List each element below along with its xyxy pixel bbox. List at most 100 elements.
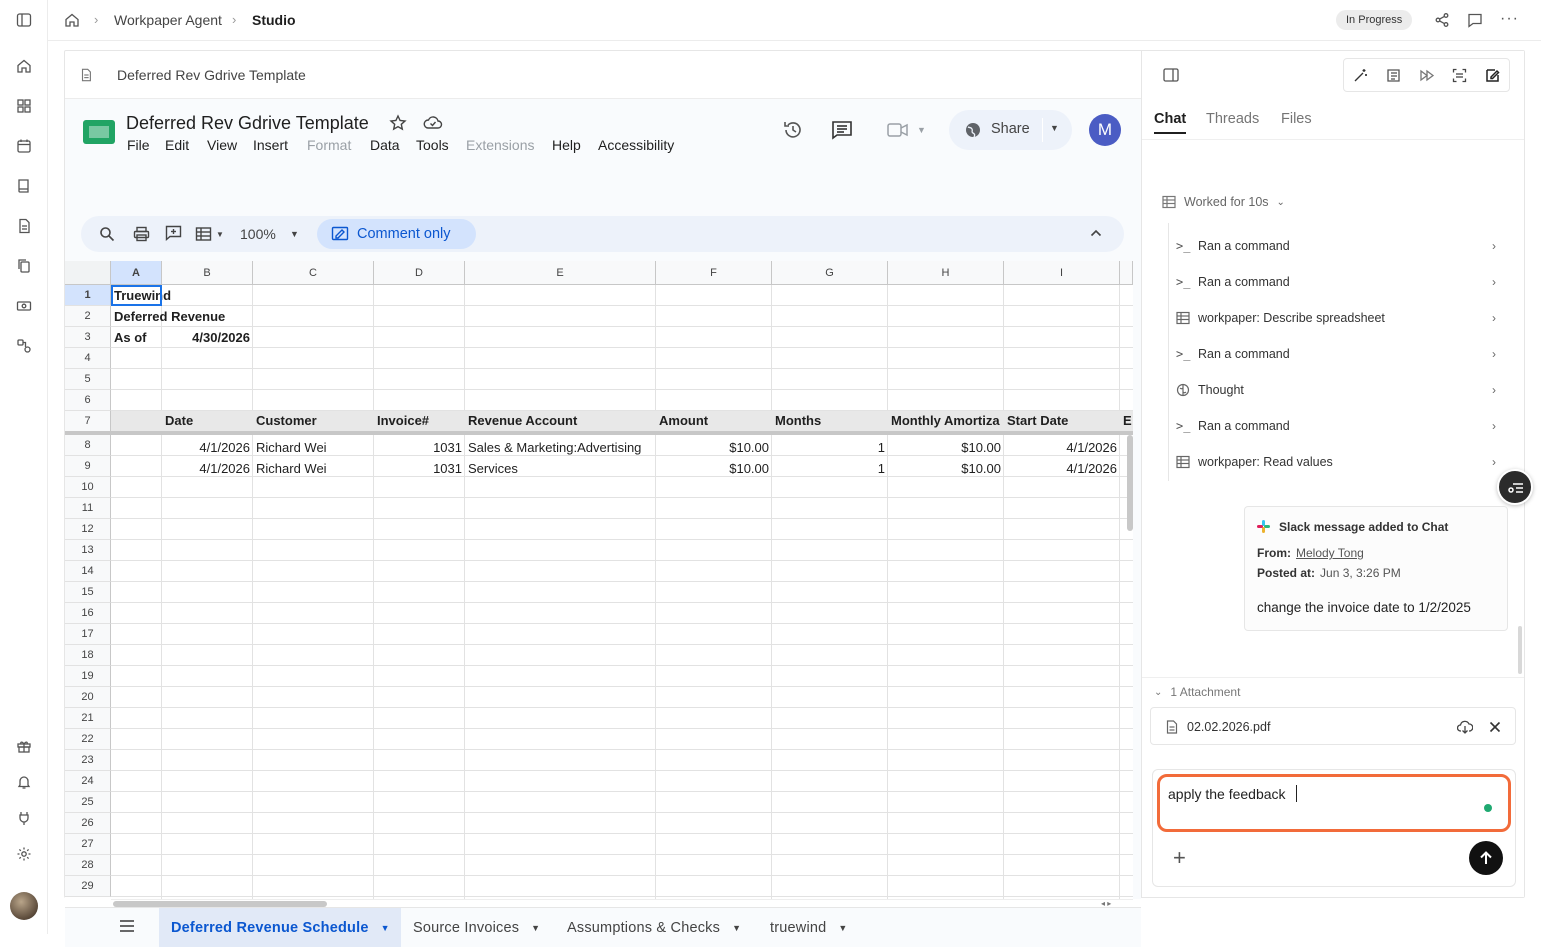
cell-a3-as-of-label[interactable]: As of xyxy=(111,327,162,348)
data-cell[interactable]: 1031 xyxy=(374,458,465,479)
worked-for-toggle[interactable]: Worked for 10s ⌄ xyxy=(1162,195,1285,209)
attachments-toggle[interactable]: ⌄ 1 Attachment xyxy=(1154,685,1240,699)
row-header[interactable]: 27 xyxy=(65,834,111,855)
row-header[interactable]: 10 xyxy=(65,477,111,498)
row-header[interactable]: 23 xyxy=(65,750,111,771)
cell-a2-subtitle[interactable]: Deferred Revenue xyxy=(111,306,271,327)
data-cell[interactable]: 4/1/2026 xyxy=(1004,458,1120,479)
meet-icon[interactable]: ▼ xyxy=(887,122,926,138)
home-icon[interactable] xyxy=(64,12,80,28)
fast-forward-icon[interactable] xyxy=(1419,68,1434,83)
data-cell[interactable]: 4/1/2026 xyxy=(162,458,253,479)
menu-format[interactable]: Format xyxy=(307,137,351,153)
sheet-tab-deferred-revenue-schedule[interactable]: Deferred Revenue Schedule ▼ xyxy=(159,908,401,947)
version-history-icon[interactable] xyxy=(782,119,804,141)
search-icon[interactable] xyxy=(99,226,115,242)
money-icon[interactable] xyxy=(12,294,36,318)
chat-scrollbar[interactable] xyxy=(1518,626,1522,674)
row-header[interactable]: 29 xyxy=(65,876,111,897)
column-header-cell[interactable]: Date xyxy=(162,410,253,431)
more-icon[interactable]: ··· xyxy=(1500,10,1519,28)
data-cell[interactable]: $10.00 xyxy=(656,458,772,479)
column-header-i[interactable]: I xyxy=(1004,261,1120,285)
data-cell[interactable]: Richard Wei xyxy=(253,458,374,479)
home-icon[interactable] xyxy=(12,54,36,78)
vertical-scrollbar[interactable] xyxy=(1127,435,1133,531)
sheet-tab-truewind[interactable]: truewind ▼ xyxy=(770,908,848,947)
edit-note-icon[interactable] xyxy=(1485,68,1500,83)
data-cell[interactable]: 1031 xyxy=(374,437,465,458)
data-cell[interactable]: 1 xyxy=(772,458,888,479)
sidebar-toggle-icon[interactable] xyxy=(12,8,36,32)
row-header[interactable]: 7 xyxy=(65,411,111,432)
column-header-f[interactable]: F xyxy=(656,261,772,285)
menu-view[interactable]: View xyxy=(207,137,237,153)
agent-step-item[interactable]: workpaper: Read values › xyxy=(1176,451,1496,473)
copy-icon[interactable] xyxy=(12,254,36,278)
dashboard-icon[interactable] xyxy=(12,94,36,118)
tab-dropdown-icon[interactable]: ▼ xyxy=(732,923,741,933)
agent-step-item[interactable]: >_ Ran a command › xyxy=(1176,271,1496,293)
column-header-b[interactable]: B xyxy=(162,261,253,285)
row-header[interactable]: 5 xyxy=(65,369,111,390)
data-cell[interactable]: 4/1/2026 xyxy=(162,437,253,458)
column-header-e[interactable]: E xyxy=(465,261,656,285)
toc-floating-button[interactable] xyxy=(1497,469,1533,505)
row-header[interactable]: 19 xyxy=(65,666,111,687)
menu-data[interactable]: Data xyxy=(370,137,400,153)
row-header[interactable]: 21 xyxy=(65,708,111,729)
row-header[interactable]: 15 xyxy=(65,582,111,603)
agent-step-item[interactable]: >_ Ran a command › xyxy=(1176,235,1496,257)
from-name-link[interactable]: Melody Tong xyxy=(1296,546,1364,560)
row-header[interactable]: 12 xyxy=(65,519,111,540)
sheet-title[interactable]: Deferred Rev Gdrive Template xyxy=(126,113,369,134)
row-header[interactable]: 1 xyxy=(65,285,111,306)
tab-files[interactable]: Files xyxy=(1281,111,1312,127)
cloud-download-icon[interactable] xyxy=(1457,719,1473,735)
spreadsheet-grid[interactable]: ABCDEFGHI 1 2 3 4 5 6 7 8 9 10 11 12 13 14 15 16 17 18 19 2… xyxy=(65,261,1133,899)
comment-only-mode-button[interactable]: Comment only xyxy=(317,219,476,249)
message-input[interactable]: apply the feedback xyxy=(1157,774,1511,832)
tab-threads[interactable]: Threads xyxy=(1206,111,1259,127)
integrations-icon[interactable] xyxy=(12,334,36,358)
panel-layout-icon[interactable] xyxy=(1163,68,1179,82)
tab-dropdown-icon[interactable]: ▼ xyxy=(838,923,847,933)
menu-extensions[interactable]: Extensions xyxy=(466,137,534,153)
user-avatar[interactable] xyxy=(10,892,38,920)
menu-file[interactable]: File xyxy=(127,137,150,153)
sheet-tab-assumptions-checks[interactable]: Assumptions & Checks ▼ xyxy=(567,908,741,947)
add-attachment-plus-icon[interactable]: + xyxy=(1173,847,1186,869)
row-header[interactable]: 2 xyxy=(65,306,111,327)
row-header[interactable]: 4 xyxy=(65,348,111,369)
data-cell[interactable]: Services xyxy=(465,458,656,479)
column-header-cell[interactable]: Start Date xyxy=(1004,410,1120,431)
row-header[interactable]: 26 xyxy=(65,813,111,834)
row-header[interactable]: 13 xyxy=(65,540,111,561)
remove-attachment-icon[interactable] xyxy=(1489,721,1501,733)
cell-b3-as-of-date[interactable]: 4/30/2026 xyxy=(162,327,253,348)
share-dropdown-icon[interactable]: ▼ xyxy=(1050,123,1059,133)
agent-step-item[interactable]: >_ Ran a command › xyxy=(1176,415,1496,437)
row-header[interactable]: 8 xyxy=(65,435,111,456)
column-header-j[interactable] xyxy=(1120,261,1133,285)
data-cell[interactable]: Sales & Marketing:Advertising xyxy=(465,437,656,458)
column-header-c[interactable]: C xyxy=(253,261,374,285)
data-cell[interactable]: 1 xyxy=(772,437,888,458)
column-header-cell[interactable]: Customer xyxy=(253,410,374,431)
share-icon[interactable] xyxy=(1434,12,1450,28)
data-cell[interactable]: 4/1/2026 xyxy=(1004,437,1120,458)
account-avatar[interactable]: M xyxy=(1089,114,1121,146)
column-header-cell[interactable]: Amount xyxy=(656,410,772,431)
agent-step-item[interactable]: workpaper: Describe spreadsheet › xyxy=(1176,307,1496,329)
data-cell[interactable]: $10.00 xyxy=(888,458,1004,479)
row-header[interactable]: 25 xyxy=(65,792,111,813)
select-all-corner[interactable] xyxy=(65,261,111,285)
calendar-icon[interactable] xyxy=(12,134,36,158)
collapse-toolbar-icon[interactable] xyxy=(1090,228,1102,238)
column-header-cell[interactable]: Invoice# xyxy=(374,410,465,431)
column-header-cell[interactable]: E xyxy=(1120,410,1133,431)
send-button[interactable] xyxy=(1469,841,1503,875)
plug-icon[interactable] xyxy=(12,806,36,830)
gift-icon[interactable] xyxy=(12,734,36,758)
outline-icon[interactable] xyxy=(1386,68,1401,83)
